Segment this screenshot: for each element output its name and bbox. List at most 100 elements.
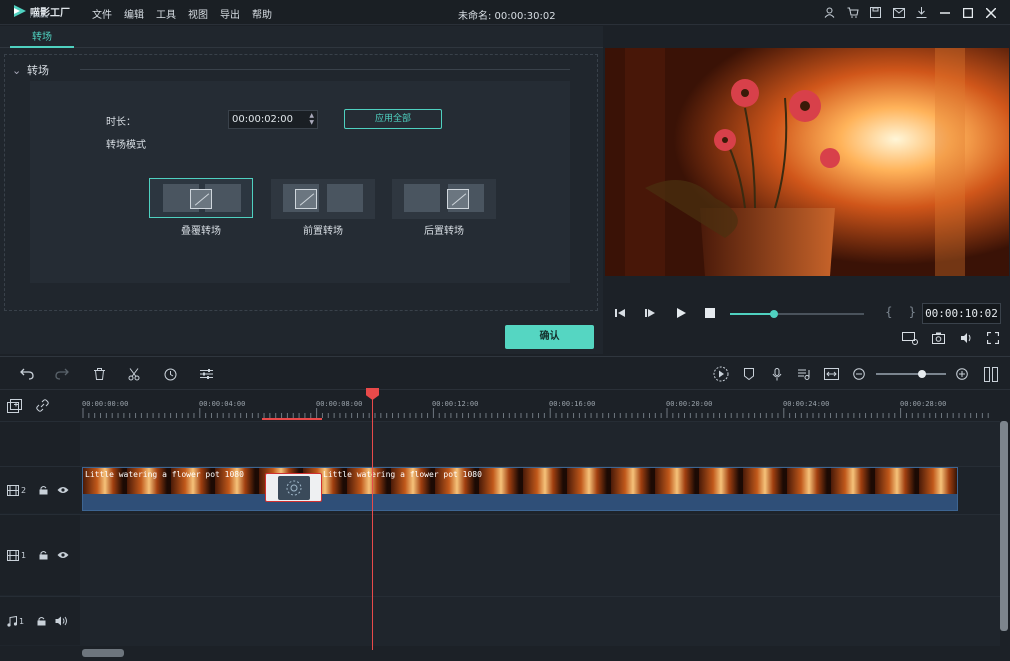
mode-overlay[interactable] <box>149 178 253 218</box>
minimize-icon[interactable] <box>933 4 956 21</box>
mode-overlay-label: 叠覆转场 <box>181 226 221 237</box>
ruler-label: 00:00:00:00 <box>82 400 129 408</box>
panel-tabs: 转场 <box>0 26 603 48</box>
close-icon[interactable] <box>979 4 1002 21</box>
volume-icon[interactable] <box>959 331 973 345</box>
user-icon[interactable] <box>818 4 841 21</box>
fullscreen-icon[interactable] <box>986 331 1000 345</box>
track-header-video-1: 1 <box>0 515 80 595</box>
video-clip[interactable]: Little watering a flower pot 1080 Little… <box>82 467 958 511</box>
mode-label: 转场模式 <box>106 140 146 151</box>
vertical-scrollbar[interactable] <box>1000 421 1008 631</box>
timeline-toolbar <box>0 356 1010 390</box>
audio-track-1[interactable] <box>0 596 1000 646</box>
cut-icon[interactable] <box>126 366 142 382</box>
eye-icon[interactable] <box>57 486 69 494</box>
stop-button[interactable] <box>703 306 717 320</box>
music-note-icon <box>7 615 17 627</box>
zoom-slider[interactable] <box>876 373 946 375</box>
film-icon <box>7 549 19 561</box>
playback-progress[interactable] <box>730 310 864 318</box>
zoom-handle[interactable] <box>917 370 926 378</box>
app-subname: Filmora <box>30 14 49 20</box>
menu-file[interactable]: 文件 <box>92 6 112 21</box>
menu-tools[interactable]: 工具 <box>156 6 176 21</box>
track-empty <box>0 421 1000 466</box>
adjust-icon[interactable] <box>198 366 214 382</box>
mode-front-label: 前置转场 <box>303 226 343 237</box>
track-header-audio-1: 1 <box>0 597 80 645</box>
ruler-label: 00:00:12:00 <box>432 400 479 408</box>
timeline-header <box>0 391 80 421</box>
time-ruler[interactable]: 00:00:00:00 00:00:04:00 00:00:08:00 00:0… <box>80 391 1000 421</box>
duration-value: 00:00:02:00 <box>232 114 294 125</box>
video-preview <box>605 48 1009 276</box>
fit-timeline-icon[interactable] <box>823 366 839 382</box>
playhead[interactable] <box>372 398 373 650</box>
mode-back[interactable] <box>392 179 496 219</box>
audio-mixer-icon[interactable] <box>796 366 812 382</box>
confirm-button[interactable]: 确认 <box>505 325 594 349</box>
render-icon[interactable] <box>713 366 729 382</box>
add-track-icon[interactable] <box>7 399 23 413</box>
eye-icon[interactable] <box>57 551 69 559</box>
lock-icon[interactable] <box>37 616 46 626</box>
menu-help[interactable]: 帮助 <box>252 6 272 21</box>
track-layout-icon[interactable] <box>983 366 999 382</box>
speaker-icon[interactable] <box>55 616 68 626</box>
menu-export[interactable]: 导出 <box>220 6 240 21</box>
mode-back-label: 后置转场 <box>424 226 464 237</box>
play-button[interactable] <box>674 306 688 320</box>
logo-icon <box>14 5 26 17</box>
cart-icon[interactable] <box>841 4 864 21</box>
chevron-down-icon: ⌄ <box>12 64 22 77</box>
mark-in-out[interactable]: { } <box>885 305 922 319</box>
ruler-label: 00:00:20:00 <box>666 400 713 408</box>
video-track-1[interactable] <box>0 514 1000 596</box>
progress-fill <box>730 313 775 315</box>
save-icon[interactable] <box>864 4 887 21</box>
duration-stepper[interactable]: ▲ ▼ <box>309 112 314 126</box>
section-header[interactable]: ⌄ 转场 <box>12 62 49 78</box>
project-title: 未命名: 00:00:30:02 <box>458 11 556 22</box>
track-number: 1 <box>19 616 25 626</box>
menu-edit[interactable]: 编辑 <box>124 6 144 21</box>
transition-range-marker <box>262 418 322 420</box>
lock-icon[interactable] <box>39 550 48 560</box>
mail-icon[interactable] <box>887 4 910 21</box>
ruler-label: 00:00:24:00 <box>783 400 830 408</box>
menu-view[interactable]: 视图 <box>188 6 208 21</box>
ruler-label: 00:00:08:00 <box>316 400 363 408</box>
section-title: 转场 <box>27 64 49 77</box>
snapshot-icon[interactable] <box>931 331 945 345</box>
redo-icon[interactable] <box>54 366 70 382</box>
ruler-label: 00:00:04:00 <box>199 400 246 408</box>
zoom-out-icon[interactable] <box>851 366 867 382</box>
marker-icon[interactable] <box>741 366 757 382</box>
maximize-icon[interactable] <box>956 4 979 21</box>
transition-clip[interactable] <box>265 473 322 502</box>
window-controls <box>818 4 1002 21</box>
mode-front[interactable] <box>271 179 375 219</box>
zoom-in-icon[interactable] <box>954 366 970 382</box>
link-icon[interactable] <box>36 399 49 412</box>
ruler-label: 00:00:28:00 <box>900 400 947 408</box>
tab-transition[interactable]: 转场 <box>10 26 74 48</box>
track-number: 2 <box>21 485 27 495</box>
display-settings-icon[interactable] <box>902 331 918 345</box>
apply-all-button[interactable]: 应用全部 <box>344 109 442 129</box>
horizontal-scrollbar[interactable] <box>82 649 124 657</box>
menu-bar: 文件 编辑 工具 视图 导出 帮助 <box>92 6 272 21</box>
delete-icon[interactable] <box>91 366 107 382</box>
duration-field[interactable]: 00:00:02:00 ▲ ▼ <box>228 110 318 129</box>
prev-frame-button[interactable] <box>613 306 627 320</box>
next-frame-button[interactable] <box>643 306 657 320</box>
undo-icon[interactable] <box>19 366 35 382</box>
speed-icon[interactable] <box>162 366 178 382</box>
lock-icon[interactable] <box>39 485 48 495</box>
track-header-empty <box>0 422 80 466</box>
microphone-icon[interactable] <box>769 366 785 382</box>
track-number: 1 <box>21 550 27 560</box>
player-timecode: 00:00:10:02 <box>922 303 1001 324</box>
download-icon[interactable] <box>910 4 933 21</box>
